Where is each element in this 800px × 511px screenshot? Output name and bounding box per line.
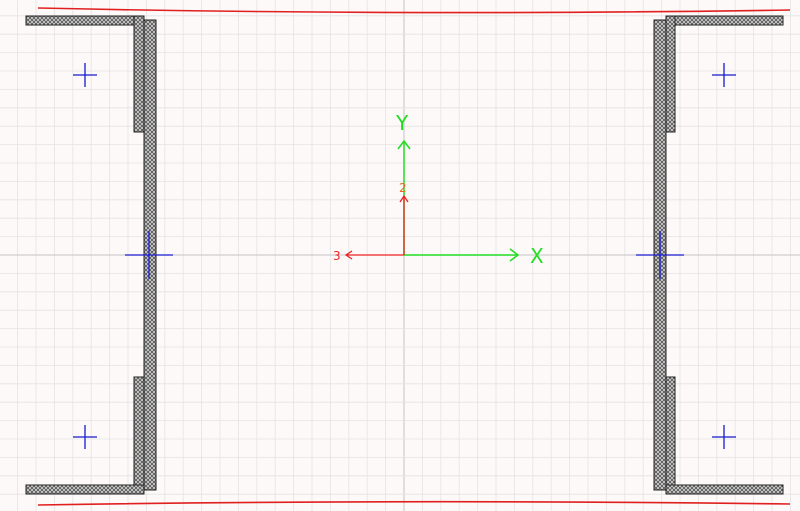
y-axis-label: Y bbox=[395, 111, 409, 135]
axis-3-label: 3 bbox=[333, 249, 341, 263]
drawing-canvas[interactable]: X Y 2 3 bbox=[0, 0, 800, 511]
left-top-web-segment bbox=[133, 15, 145, 133]
right-bottom-flange bbox=[665, 484, 784, 495]
left-bottom-web-segment bbox=[133, 376, 145, 495]
right-bottom-web-segment bbox=[665, 376, 676, 495]
x-axis-label: X bbox=[530, 244, 544, 268]
left-bottom-flange bbox=[25, 484, 145, 495]
right-top-web-segment bbox=[665, 15, 676, 133]
axis-2-label: 2 bbox=[399, 181, 407, 195]
right-top-flange bbox=[665, 15, 784, 26]
left-top-flange bbox=[25, 15, 145, 26]
